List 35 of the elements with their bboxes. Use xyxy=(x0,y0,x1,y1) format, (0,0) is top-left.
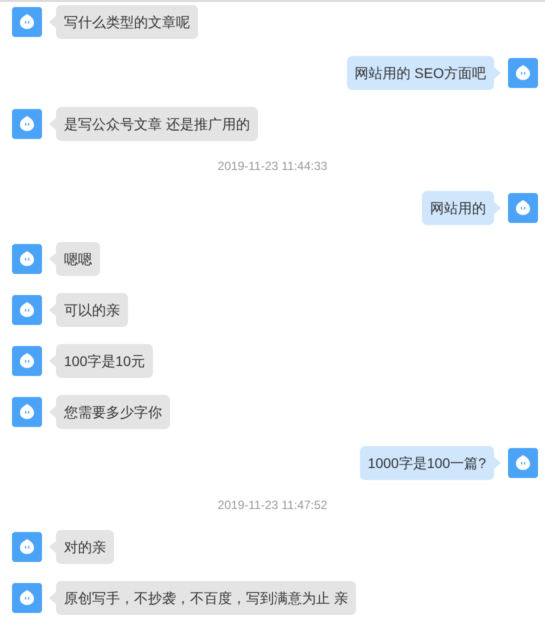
bubble-tail-icon xyxy=(49,118,56,130)
message-bubble: 写什么类型的文章呢 xyxy=(56,5,198,39)
avatar-icon xyxy=(12,7,42,37)
bubble-tail-icon xyxy=(49,304,56,316)
avatar-icon xyxy=(12,244,42,274)
message-bubble: 嗯嗯 xyxy=(56,242,100,276)
message-bubble: 1000字是100一篇? xyxy=(360,446,494,480)
bubble-tail-icon xyxy=(49,253,56,265)
avatar-icon xyxy=(12,295,42,325)
message-bubble: 100字是10元 xyxy=(56,344,153,378)
avatar-icon xyxy=(12,346,42,376)
avatar-icon xyxy=(12,109,42,139)
avatar-icon xyxy=(508,58,538,88)
timestamp: 2019-11-23 11:47:52 xyxy=(218,499,328,511)
avatar-icon xyxy=(12,583,42,613)
bubble-tail-icon xyxy=(494,202,501,214)
timestamp: 2019-11-23 11:44:33 xyxy=(218,160,328,172)
bubble-tail-icon xyxy=(49,541,56,553)
avatar-icon xyxy=(12,397,42,427)
message-bubble: 原创写手，不抄袭，不百度，写到满意为止 亲 xyxy=(56,581,356,615)
message-bubble: 您需要多少字你 xyxy=(56,395,170,429)
bubble-tail-icon xyxy=(494,67,501,79)
message-bubble: 可以的亲 xyxy=(56,293,128,327)
bubble-tail-icon xyxy=(49,406,56,418)
message-bubble: 对的亲 xyxy=(56,530,114,564)
message-bubble: 网站用的 xyxy=(422,191,494,225)
bubble-tail-icon xyxy=(494,457,501,469)
avatar-icon xyxy=(12,532,42,562)
bubble-tail-icon xyxy=(49,16,56,28)
bubble-tail-icon xyxy=(49,592,56,604)
avatar-icon xyxy=(508,193,538,223)
avatar-icon xyxy=(508,448,538,478)
bubble-tail-icon xyxy=(49,355,56,367)
message-bubble: 是写公众号文章 还是推广用的 xyxy=(56,107,258,141)
message-bubble: 网站用的 SEO方面吧 xyxy=(346,56,494,90)
